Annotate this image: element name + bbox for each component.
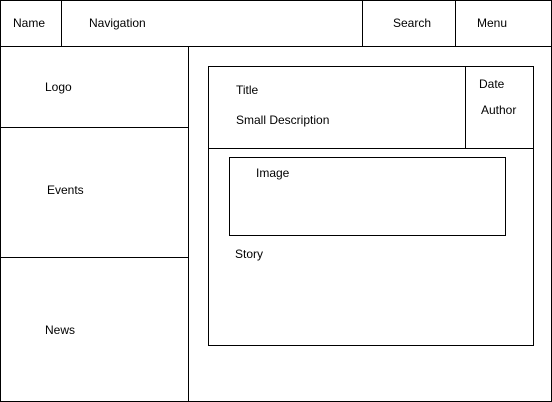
article-title[interactable]: Title	[236, 83, 258, 97]
image-label: Image	[256, 166, 290, 180]
header-navigation-cell[interactable]: Navigation	[62, 1, 363, 47]
sidebar-news-section[interactable]: News	[1, 258, 188, 401]
article-date: Date	[479, 77, 505, 91]
article-small-description: Small Description	[236, 113, 330, 127]
sidebar: Logo Events News	[1, 47, 189, 401]
article-card: Title Small Description Date Author Imag…	[208, 66, 534, 346]
header-name-cell[interactable]: Name	[1, 1, 62, 47]
navigation-label: Navigation	[89, 16, 146, 30]
article-story: Story	[235, 247, 264, 261]
search-label: Search	[393, 16, 432, 30]
article-header: Title Small Description Date Author	[209, 67, 533, 149]
header-search-cell[interactable]: Search	[363, 1, 456, 47]
article-image-placeholder[interactable]: Image	[229, 157, 506, 236]
wireframe-page: Name Navigation Search Menu Logo Events …	[0, 0, 552, 402]
header-bar: Name Navigation Search Menu	[1, 1, 551, 47]
sidebar-logo-section[interactable]: Logo	[1, 47, 188, 128]
sidebar-events-section[interactable]: Events	[1, 128, 188, 258]
header-menu-cell[interactable]: Menu	[456, 1, 551, 47]
site-name: Name	[13, 16, 46, 30]
article-author[interactable]: Author	[481, 103, 516, 117]
logo-label: Logo	[45, 80, 72, 94]
events-label: Events	[47, 183, 84, 197]
article-meta-block: Date Author	[466, 67, 533, 148]
menu-label: Menu	[477, 16, 508, 30]
article-title-block: Title Small Description	[209, 67, 466, 148]
news-label: News	[45, 323, 76, 337]
